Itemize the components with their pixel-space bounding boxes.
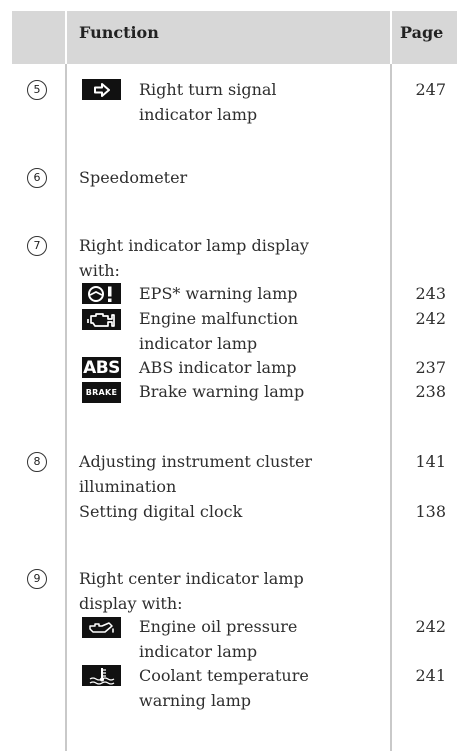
row-text: EPS* warning lamp (139, 284, 298, 303)
row-text: indicator lamp (139, 642, 258, 661)
page-number: 241 (415, 666, 446, 685)
table-header: Function Page (12, 11, 457, 64)
row-text: indicator lamp (139, 105, 258, 124)
row-text: with: (79, 261, 120, 280)
row-text: Brake warning lamp (139, 382, 305, 401)
row-text: Right center indicator lamp (79, 569, 304, 588)
row-text: Setting digital clock (79, 502, 243, 521)
brake-icon-text: BRAKE (85, 388, 118, 397)
abs-icon-text: ABS (83, 357, 120, 378)
column-divider (390, 64, 392, 751)
page-number: 238 (415, 382, 446, 401)
header-divider (65, 11, 67, 64)
page-number: 141 (415, 452, 446, 471)
function-column-header: Function (79, 23, 159, 42)
page-number: 247 (415, 80, 446, 99)
function-table: Function Page 5 Right turn signal indica… (12, 11, 457, 751)
oil-can-icon (82, 617, 121, 638)
row-text: Right indicator lamp display (79, 236, 309, 255)
row-text: Engine malfunction (139, 309, 299, 328)
header-divider (390, 11, 392, 64)
right-arrow-icon (82, 79, 121, 100)
column-divider (65, 64, 67, 751)
row-text: Speedometer (79, 168, 188, 187)
row-number: 9 (27, 569, 47, 589)
page-number: 242 (415, 309, 446, 328)
page-column-header: Page (400, 23, 444, 42)
row-text: indicator lamp (139, 334, 258, 353)
row-text: Right turn signal (139, 80, 277, 99)
row-number: 5 (27, 80, 47, 100)
row-number: 7 (27, 236, 47, 256)
page-number: 237 (415, 358, 446, 377)
abs-icon: ABS (82, 357, 121, 378)
row-number: 8 (27, 452, 47, 472)
page-number: 242 (415, 617, 446, 636)
page-number: 138 (415, 502, 446, 521)
row-text: illumination (79, 477, 177, 496)
row-text: Engine oil pressure (139, 617, 298, 636)
brake-icon: BRAKE (82, 382, 121, 403)
coolant-temp-icon (82, 665, 121, 686)
eps-steering-icon (82, 283, 121, 304)
page-number: 243 (415, 284, 446, 303)
row-text: Coolant temperature (139, 666, 309, 685)
row-text: ABS indicator lamp (139, 358, 297, 377)
engine-icon (82, 309, 121, 330)
row-text: display with: (79, 594, 183, 613)
row-number: 6 (27, 168, 47, 188)
row-text: Adjusting instrument cluster (79, 452, 313, 471)
row-text: warning lamp (139, 691, 252, 710)
